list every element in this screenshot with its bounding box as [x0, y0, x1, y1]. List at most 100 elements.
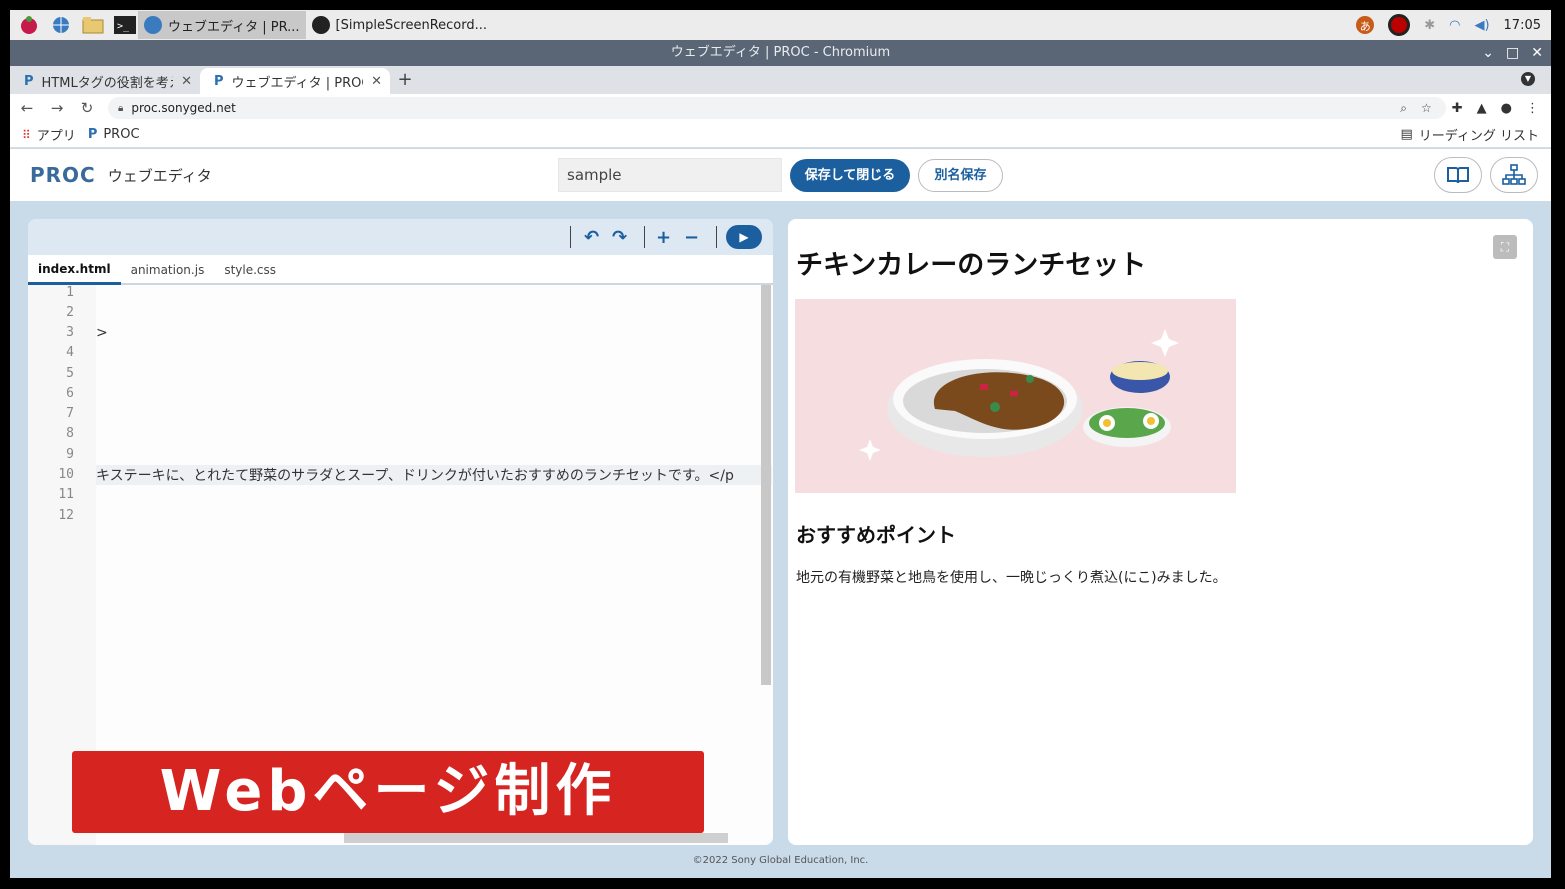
tab-close-icon[interactable]: ✕	[371, 74, 382, 89]
ime-icon[interactable]: あ	[1356, 16, 1375, 34]
tab-title: HTMLタグの役割を考え	[41, 75, 174, 91]
zoom-in-icon[interactable]: +	[656, 227, 671, 248]
reading-list-icon: ▤	[1400, 127, 1413, 142]
browser-tab-active[interactable]: P ウェブエディタ | PROC ✕	[200, 68, 390, 94]
window-titlebar: ウェブエディタ | PROC - Chromium ⌄ □ ✕	[10, 40, 1551, 66]
tab-strip: P HTMLタグの役割を考え ✕ P ウェブエディタ | PROC ✕ + ▼	[10, 66, 1551, 94]
editor-toolbar: ↶ ↷ + − ▶	[28, 219, 773, 255]
task-recorder[interactable]: [SimpleScreenRecord...	[306, 11, 493, 39]
task-label: ウェブエディタ | PR...	[168, 19, 300, 35]
bluetooth-icon[interactable]: ✱	[1424, 18, 1435, 33]
bookmarks-bar: ⠿ アプリ P PROC ▤ リーディング リスト	[10, 122, 1551, 148]
line-number: 7	[66, 406, 74, 421]
forward-icon[interactable]: →	[44, 99, 70, 117]
system-tray: あ ✱ ◠ ◀) 17:05	[1356, 10, 1541, 40]
volume-icon[interactable]: ◀)	[1474, 18, 1489, 33]
preview-paragraph: 地元の有機野菜と地鳥を使用し、一晩じっくり煮込(にこ)みました。	[796, 570, 1227, 586]
file-tab-style[interactable]: style.css	[214, 263, 286, 283]
preview-title: チキンカレーのランチセット	[796, 250, 1147, 281]
terminal-icon[interactable]: >_	[112, 12, 138, 38]
run-button[interactable]: ▶	[726, 225, 762, 249]
reading-list-label: リーディング リスト	[1418, 129, 1539, 144]
preview-panel: ⛶ チキンカレーのランチセット おすすめポイント 地元の有機野菜と地鳥を使用し、…	[788, 219, 1533, 845]
wifi-icon[interactable]: ◠	[1449, 18, 1460, 33]
menu-kebab-icon[interactable]: ⋮	[1526, 101, 1539, 116]
lock-icon: 🔒︎	[118, 102, 124, 114]
screen: >_ ウェブエディタ | PR... [SimpleScreenRecord..…	[10, 10, 1551, 878]
preview-heading: おすすめポイント	[796, 523, 956, 547]
sitemap-icon	[1502, 164, 1526, 185]
code-line: >	[96, 325, 108, 341]
browser-tab[interactable]: P HTMLタグの役割を考え ✕	[10, 68, 200, 94]
bookmark-label: アプリ	[36, 129, 76, 144]
save-as-button[interactable]: 別名保存	[918, 159, 1003, 192]
window-controls: ⌄ □ ✕	[1482, 40, 1543, 66]
address-bar[interactable]: 🔒︎ proc.sonyged.net ⌕ ☆	[108, 97, 1446, 119]
url-text: proc.sonyged.net	[131, 101, 236, 115]
file-tab-animation[interactable]: animation.js	[121, 263, 215, 283]
zoom-icon[interactable]: ⌕	[1400, 101, 1407, 116]
extensions-icon[interactable]: ✚	[1452, 101, 1463, 116]
code-editor-panel: ↶ ↷ + − ▶ index.html animation.js style.…	[28, 219, 773, 845]
line-number: 8	[66, 426, 74, 441]
line-number: 12	[58, 508, 74, 523]
bookmark-proc[interactable]: P PROC	[88, 127, 140, 142]
save-close-button[interactable]: 保存して閉じる	[790, 159, 910, 192]
line-number: 6	[66, 386, 74, 401]
tab-search-icon[interactable]: ▼	[1521, 72, 1535, 86]
clock: 17:05	[1503, 17, 1541, 33]
fullscreen-icon[interactable]: ⛶	[1493, 235, 1517, 259]
horizontal-scrollbar[interactable]	[344, 833, 728, 843]
proc-favicon-icon: P	[87, 127, 98, 142]
app-subtitle: ウェブエディタ	[107, 166, 212, 185]
os-taskbar: >_ ウェブエディタ | PR... [SimpleScreenRecord..…	[10, 10, 1551, 40]
close-icon[interactable]: ✕	[1531, 40, 1543, 66]
code-line-current: キステーキに、とれたて野菜のサラダとスープ、ドリンクが付いたおすすめのランチセッ…	[96, 465, 772, 485]
raspberry-menu-icon[interactable]	[16, 12, 42, 38]
sitemap-button[interactable]	[1490, 157, 1538, 193]
line-number: 9	[66, 447, 74, 462]
file-tab-index[interactable]: index.html	[28, 262, 121, 285]
browser-toolbar: ← → ↻ 🔒︎ proc.sonyged.net ⌕ ☆ ✚ ▲ ● ⋮	[10, 94, 1551, 122]
redo-icon[interactable]: ↷	[612, 227, 627, 248]
file-manager-icon[interactable]	[80, 12, 106, 38]
record-icon[interactable]	[1388, 14, 1411, 36]
reading-list[interactable]: ▤ リーディング リスト	[1400, 125, 1539, 144]
back-icon[interactable]: ←	[14, 99, 40, 117]
bookmark-apps[interactable]: ⠿ アプリ	[22, 125, 76, 145]
book-icon	[1447, 167, 1469, 184]
toolbar-divider	[644, 226, 645, 248]
tab-close-icon[interactable]: ✕	[181, 74, 192, 89]
zoom-out-icon[interactable]: −	[684, 227, 699, 248]
new-tab-icon[interactable]: +	[390, 68, 420, 94]
caption-banner: Webページ制作	[72, 751, 704, 833]
task-chromium[interactable]: ウェブエディタ | PR...	[138, 11, 306, 39]
minimize-icon[interactable]: ⌄	[1482, 40, 1494, 66]
undo-icon[interactable]: ↶	[584, 227, 599, 248]
proc-logo[interactable]: PROC	[30, 163, 96, 187]
toolbar-divider	[570, 226, 571, 248]
browser-launcher-icon[interactable]	[48, 12, 74, 38]
line-number: 4	[66, 345, 74, 360]
reload-icon[interactable]: ↻	[74, 99, 100, 117]
bookmark-star-icon[interactable]: ☆	[1421, 101, 1432, 116]
reference-book-button[interactable]	[1434, 157, 1482, 193]
proc-favicon-icon: P	[24, 73, 34, 89]
line-number: 10	[58, 467, 74, 482]
line-number: 3	[66, 325, 74, 340]
chromium-icon	[144, 16, 162, 34]
line-number: 1	[66, 285, 74, 300]
vertical-scrollbar[interactable]	[761, 285, 771, 685]
svg-text:>_: >_	[117, 21, 130, 32]
curry-lunch-image	[795, 299, 1236, 493]
filename-input[interactable]: sample	[558, 158, 782, 192]
line-number: 2	[66, 305, 74, 320]
lab-icon[interactable]: ▲	[1477, 101, 1487, 116]
footer-copyright: ©2022 Sony Global Education, Inc.	[692, 855, 869, 866]
apps-grid-icon: ⠿	[22, 127, 31, 142]
line-number: 11	[58, 487, 74, 502]
line-number: 5	[66, 366, 74, 381]
recorder-icon	[311, 16, 330, 34]
maximize-icon[interactable]: □	[1506, 40, 1519, 66]
profile-icon[interactable]: ●	[1501, 101, 1512, 116]
